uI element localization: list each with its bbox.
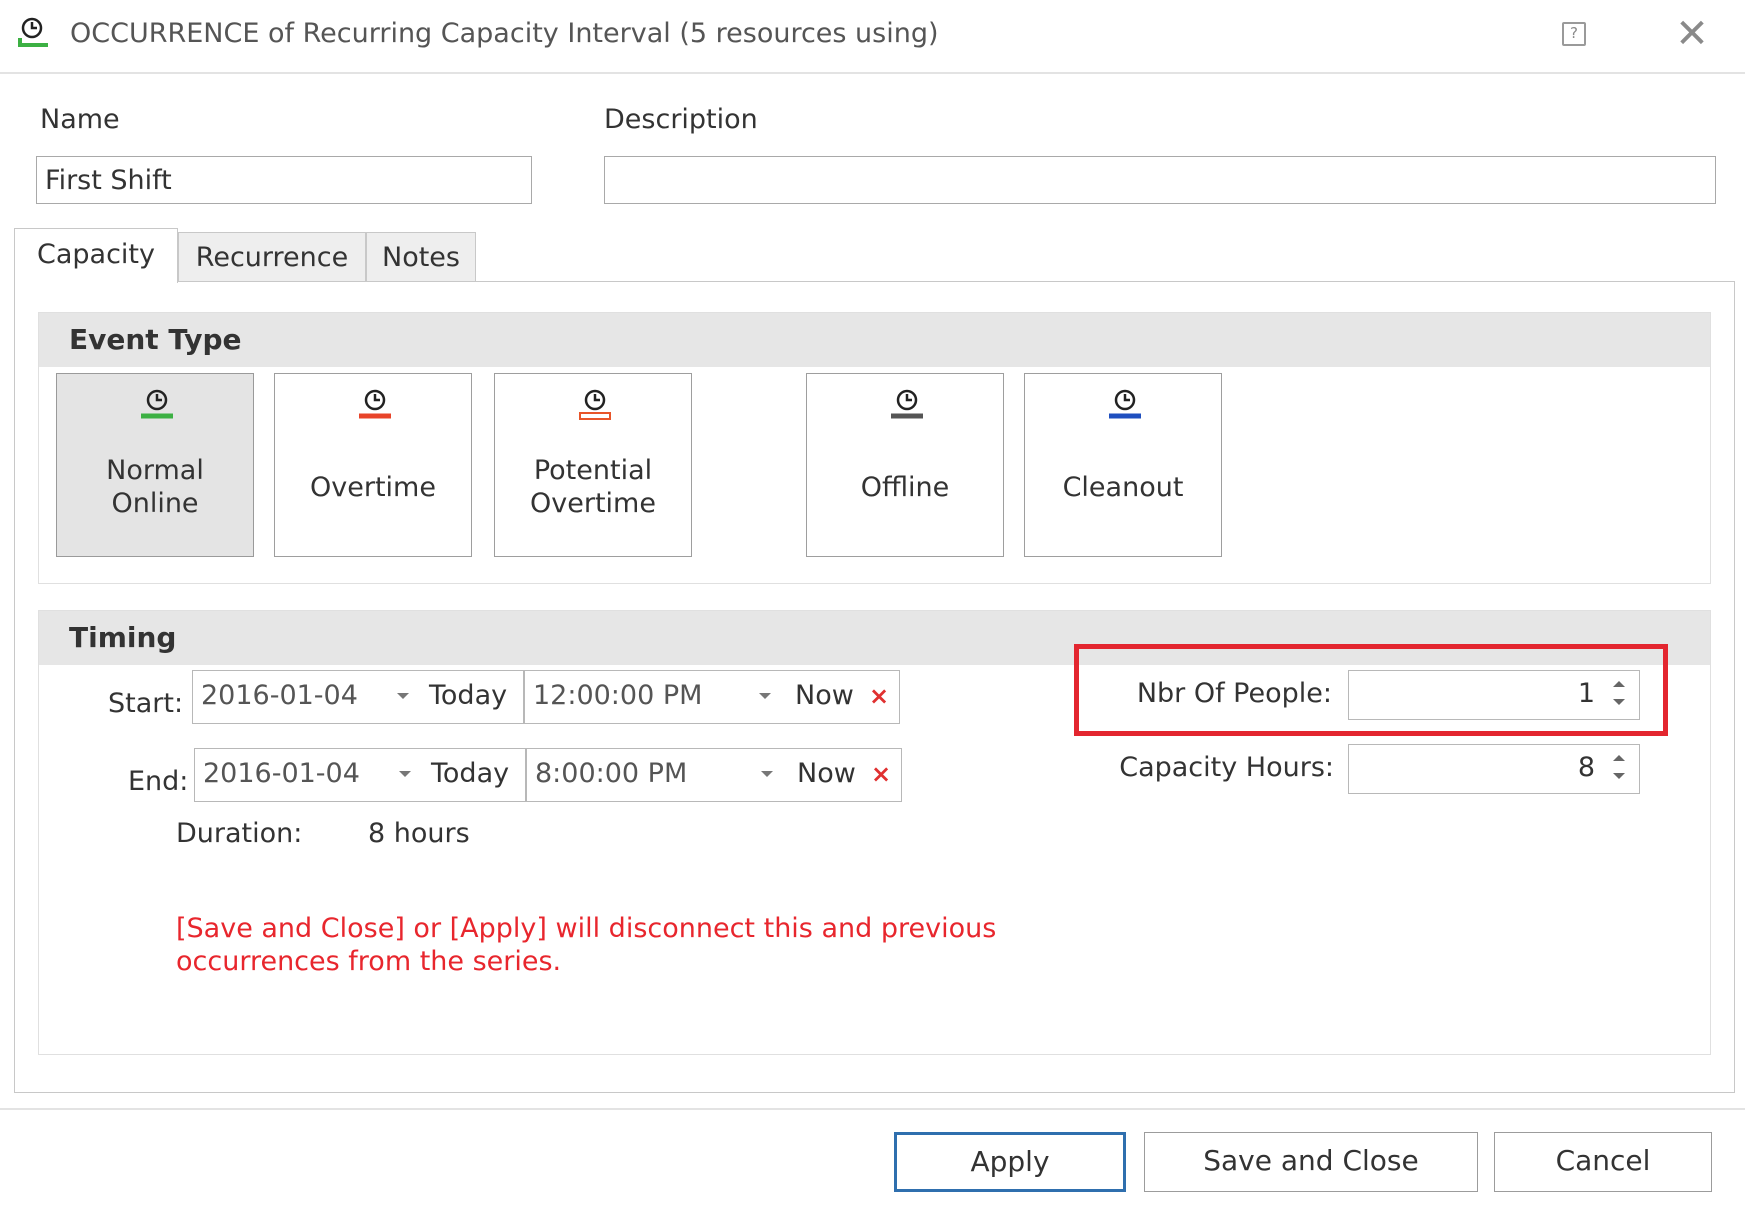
clock-icon xyxy=(14,14,54,54)
capacity-hours-label: Capacity Hours: xyxy=(1119,752,1334,783)
name-input[interactable] xyxy=(36,156,532,204)
event-cleanout-button[interactable]: Cleanout xyxy=(1024,373,1222,557)
offline-clock-icon xyxy=(891,389,923,419)
description-input[interactable] xyxy=(604,156,1716,204)
start-now-button[interactable]: Now xyxy=(795,671,854,721)
cancel-button[interactable]: Cancel xyxy=(1494,1132,1712,1192)
event-normal-online-button[interactable]: Normal Online xyxy=(56,373,254,557)
help-icon[interactable]: ? xyxy=(1562,22,1586,46)
end-now-button[interactable]: Now xyxy=(797,749,856,799)
tab-capacity[interactable]: Capacity xyxy=(14,228,178,283)
start-today-button[interactable]: Today xyxy=(429,671,507,721)
end-time-picker[interactable]: 8:00:00 PM Now × xyxy=(526,748,902,802)
start-time-value[interactable]: 12:00:00 PM xyxy=(533,671,702,721)
duration-label: Duration: xyxy=(176,818,303,849)
timing-heading: Timing xyxy=(39,611,1710,665)
event-overtime-button[interactable]: Overtime xyxy=(274,373,472,557)
footer-divider xyxy=(0,1108,1745,1110)
chevron-down-icon[interactable] xyxy=(399,771,411,777)
cleanout-clock-icon xyxy=(1109,389,1141,419)
spin-down-icon[interactable] xyxy=(1613,699,1625,705)
disconnect-warning: [Save and Close] or [Apply] will disconn… xyxy=(176,912,1076,978)
event-label: Potential xyxy=(533,455,653,486)
start-date-picker[interactable]: 2016-01-04 Today xyxy=(192,670,524,724)
chevron-down-icon[interactable] xyxy=(759,693,771,699)
end-date-picker[interactable]: 2016-01-04 Today xyxy=(194,748,526,802)
window-title: OCCURRENCE of Recurring Capacity Interva… xyxy=(70,18,939,49)
chevron-down-icon[interactable] xyxy=(761,771,773,777)
warning-line: occurrences from the series. xyxy=(176,946,562,977)
close-icon[interactable]: ✕ xyxy=(1672,14,1712,54)
event-offline-button[interactable]: Offline xyxy=(806,373,1004,557)
chevron-down-icon[interactable] xyxy=(397,693,409,699)
nbr-of-people-label: Nbr Of People: xyxy=(1136,678,1332,709)
tab-notes[interactable]: Notes xyxy=(366,232,476,282)
end-label: End: xyxy=(128,766,189,797)
potential-overtime-clock-icon xyxy=(579,389,611,420)
start-time-picker[interactable]: 12:00:00 PM Now × xyxy=(524,670,900,724)
event-label: Cleanout xyxy=(1062,472,1184,503)
event-potential-overtime-button[interactable]: Potential Overtime xyxy=(494,373,692,557)
name-label: Name xyxy=(40,104,120,135)
apply-button[interactable]: Apply xyxy=(894,1132,1126,1192)
end-today-button[interactable]: Today xyxy=(431,749,509,799)
description-label: Description xyxy=(604,104,758,135)
spin-down-icon[interactable] xyxy=(1613,773,1625,779)
event-label: Offline xyxy=(860,472,950,503)
save-and-close-button[interactable]: Save and Close xyxy=(1144,1132,1478,1192)
nbr-of-people-spinner[interactable]: 1 xyxy=(1348,670,1640,720)
title-divider xyxy=(0,72,1745,74)
normal-online-clock-icon xyxy=(141,389,173,419)
end-date-value[interactable]: 2016-01-04 xyxy=(203,749,360,799)
event-label: Overtime xyxy=(530,488,656,519)
event-label: Overtime xyxy=(310,472,436,503)
warning-line: [Save and Close] or [Apply] will disconn… xyxy=(176,913,997,944)
spin-up-icon[interactable] xyxy=(1613,755,1625,761)
clear-start-icon[interactable]: × xyxy=(869,671,889,721)
duration-value: 8 hours xyxy=(368,818,470,849)
spin-up-icon[interactable] xyxy=(1613,681,1625,687)
tab-recurrence[interactable]: Recurrence xyxy=(178,232,366,282)
event-label: Online xyxy=(111,488,199,519)
overtime-clock-icon xyxy=(359,389,391,419)
event-label: Normal xyxy=(106,455,204,486)
clear-end-icon[interactable]: × xyxy=(871,749,891,799)
start-date-value[interactable]: 2016-01-04 xyxy=(201,671,358,721)
capacity-hours-spinner[interactable]: 8 xyxy=(1348,744,1640,794)
nbr-of-people-value[interactable]: 1 xyxy=(1578,671,1595,717)
start-label: Start: xyxy=(108,688,184,719)
event-type-heading: Event Type xyxy=(39,313,1710,367)
end-time-value[interactable]: 8:00:00 PM xyxy=(535,749,687,799)
capacity-hours-value[interactable]: 8 xyxy=(1578,745,1595,791)
